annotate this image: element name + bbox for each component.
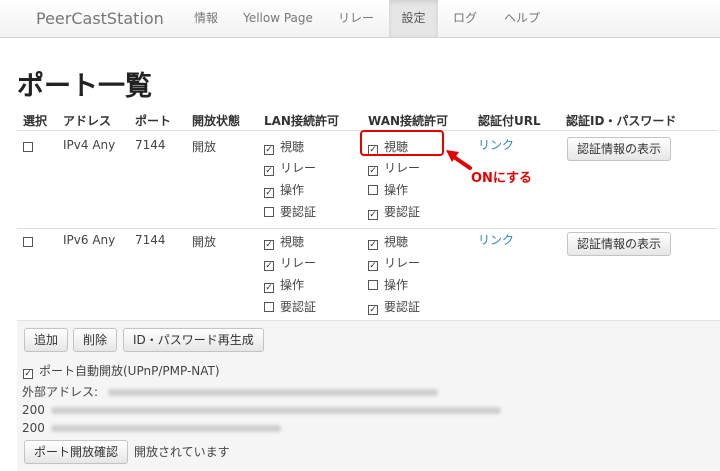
auto-port-open-checkbox[interactable]: ✓ ポート自動開放(UPnP/PMP-NAT): [23, 362, 220, 379]
checkbox-checked-icon: ✓: [23, 369, 33, 379]
annotation-highlight-box: [360, 130, 444, 156]
row2-status: 開放: [192, 235, 217, 249]
row2-lan-relay[interactable]: ✓ リレー: [264, 254, 316, 271]
port-open-status: 開放されています: [134, 445, 230, 459]
redacted-address: [107, 389, 438, 396]
row2-address: IPv6 Any: [63, 233, 116, 247]
row2-wan-view[interactable]: ✓ 視聴: [368, 233, 408, 250]
add-button[interactable]: 追加: [24, 328, 69, 352]
checkbox-checked-icon: ✓: [264, 166, 274, 176]
row2-port: 7144: [135, 233, 166, 247]
row1-wan-control[interactable]: 操作: [368, 181, 408, 197]
row1-wan-auth-required[interactable]: ✓ 要認証: [368, 203, 420, 220]
row2-lan-view[interactable]: ✓ 視聴: [264, 233, 304, 250]
navbar: PeerCastStation 情報 Yellow Page リレー 設定 ログ…: [0, 0, 720, 38]
checkbox-unchecked-icon: [264, 207, 274, 217]
header-lan-permission: LAN接続許可: [264, 114, 339, 128]
checkbox-checked-icon: ✓: [264, 145, 274, 155]
page-title: ポート一覧: [17, 71, 152, 102]
header-wan-permission: WAN接続許可: [368, 114, 449, 128]
checkbox-checked-icon: ✓: [264, 188, 274, 198]
red-arrow-icon: [446, 150, 472, 170]
checkbox-checked-icon: ✓: [368, 166, 378, 176]
checkbox-checked-icon: ✓: [368, 305, 378, 315]
row2-wan-auth-required[interactable]: ✓ 要認証: [368, 298, 420, 315]
row1-auth-url-link[interactable]: リンク: [478, 136, 514, 153]
annotation-text: ONにする: [471, 171, 533, 186]
row2-wan-relay[interactable]: ✓ リレー: [368, 254, 420, 271]
checkbox-unchecked-icon: [264, 302, 274, 312]
header-address: アドレス: [63, 114, 112, 128]
row2-lan-control[interactable]: ✓ 操作: [264, 276, 304, 293]
checkbox-checked-icon: ✓: [264, 240, 274, 250]
checkbox-unchecked-icon: [368, 280, 378, 290]
row1-lan-control[interactable]: ✓ 操作: [264, 181, 304, 198]
checkbox-unchecked-icon: [368, 185, 378, 195]
row1-port: 7144: [135, 138, 166, 152]
nav-log[interactable]: ログ: [443, 0, 487, 37]
row1-lan-relay[interactable]: ✓ リレー: [264, 159, 316, 176]
row2-lan-auth-required[interactable]: 要認証: [264, 298, 316, 314]
header-select: 選択: [23, 114, 48, 128]
port-actions-panel: 追加 削除 ID・パスワード再生成 ✓ ポート自動開放(UPnP/PMP-NAT)…: [17, 320, 720, 471]
row-divider: [17, 228, 717, 229]
brand-logo[interactable]: PeerCastStation: [36, 9, 164, 28]
row2-auth-url-link[interactable]: リンク: [478, 231, 514, 248]
header-auth-id-password: 認証ID・パスワード: [566, 114, 677, 128]
redacted-address: [50, 425, 281, 432]
checkbox-checked-icon: ✓: [264, 261, 274, 271]
delete-button[interactable]: 削除: [73, 328, 118, 352]
checkbox-checked-icon: ✓: [264, 283, 274, 293]
row1-show-auth-button[interactable]: 認証情報の表示: [567, 137, 672, 161]
header-auth-url: 認証付URL: [478, 114, 541, 128]
row2-show-auth-button[interactable]: 認証情報の表示: [567, 232, 672, 256]
checkbox-checked-icon: ✓: [368, 210, 378, 220]
row1-lan-view[interactable]: ✓ 視聴: [264, 138, 304, 155]
checkbox-checked-icon: ✓: [368, 261, 378, 271]
nav-help[interactable]: ヘルプ: [494, 0, 550, 37]
nav-settings[interactable]: 設定: [389, 0, 438, 37]
header-open-status: 開放状態: [192, 114, 241, 128]
nav-info[interactable]: 情報: [184, 0, 228, 37]
header-port: ポート: [135, 114, 172, 128]
row1-lan-auth-required[interactable]: 要認証: [264, 203, 316, 219]
row1-status: 開放: [192, 140, 217, 154]
redacted-address: [50, 407, 501, 414]
row1-wan-relay[interactable]: ✓ リレー: [368, 159, 420, 176]
row2-select-checkbox[interactable]: [23, 237, 33, 247]
external-address-line: 200: [22, 403, 501, 417]
regenerate-id-password-button[interactable]: ID・パスワード再生成: [123, 328, 264, 352]
nav-relay[interactable]: リレー: [328, 0, 384, 37]
external-address-line: 200: [22, 421, 281, 435]
row1-address: IPv4 Any: [63, 138, 116, 152]
nav-yellow-page[interactable]: Yellow Page: [236, 0, 320, 37]
row2-wan-control[interactable]: 操作: [368, 276, 408, 292]
row1-select-checkbox[interactable]: [23, 142, 33, 152]
external-address-label: 外部アドレス:: [22, 383, 438, 400]
checkbox-checked-icon: ✓: [368, 240, 378, 250]
check-port-open-button[interactable]: ポート開放確認: [24, 440, 129, 464]
